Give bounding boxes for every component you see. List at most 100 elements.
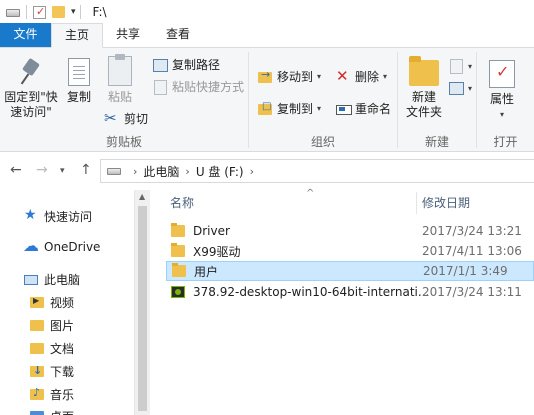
file-row[interactable]: 378.92-desktop-win10-64bit-internati... … [166, 282, 534, 302]
copy-path-button[interactable]: 复制路径 [152, 56, 220, 73]
copy-icon [68, 58, 90, 86]
nav-documents[interactable]: 文档 [30, 340, 74, 357]
breadcrumb-this-pc[interactable]: 此电脑 [143, 163, 179, 180]
nav-label: 桌面 [50, 408, 74, 415]
properties-dropdown-icon: ▾ [499, 110, 504, 119]
window-title: F:\ [92, 5, 107, 19]
nav-label: 音乐 [50, 388, 75, 402]
move-to-dropdown-icon: ▾ [317, 72, 322, 81]
cut-label: 剪切 [124, 112, 149, 126]
new-folder-label-line2: 文件夹 [405, 105, 442, 119]
nav-downloads[interactable]: 下载 [30, 363, 74, 380]
drive-icon [107, 167, 121, 175]
pin-label-line1: 固定到"快 [4, 90, 58, 104]
nav-label: 图片 [50, 319, 75, 333]
video-folder-icon [30, 296, 44, 308]
column-header-modified[interactable]: 修改日期 [422, 190, 470, 215]
new-item-icon [448, 58, 464, 74]
nav-pane-scrollbar[interactable]: ▲ [134, 190, 150, 415]
computer-icon [24, 274, 38, 285]
easy-access-icon [448, 80, 464, 96]
column-separator[interactable] [416, 192, 417, 214]
breadcrumb-usb-drive[interactable]: U 盘 (F:) [196, 163, 244, 180]
scrollbar-thumb[interactable] [138, 206, 147, 411]
pin-icon [18, 58, 44, 86]
rename-button[interactable]: 重命名 [335, 100, 391, 117]
file-name: Driver [193, 224, 230, 238]
tab-file[interactable]: 文件 [0, 23, 51, 47]
nav-pictures[interactable]: 图片 [30, 317, 74, 334]
organize-group: 移动到 ▾ 复制到 ▾ 删除 ▾ 重命名 组织 [249, 48, 397, 152]
clipboard-group-label: 剪贴板 [105, 135, 142, 149]
nav-onedrive[interactable]: OneDrive [23, 236, 101, 255]
file-date: 2017/3/24 13:21 [422, 224, 522, 238]
nav-label: 此电脑 [44, 273, 81, 287]
customize-caret-icon[interactable]: ▾ [71, 7, 76, 17]
properties-icon[interactable] [33, 5, 46, 19]
copy-button[interactable]: 复制 [64, 58, 94, 105]
nav-videos[interactable]: 视频 [30, 294, 74, 311]
toolbar-separator [79, 5, 81, 19]
chevron-right-icon[interactable]: › [250, 165, 254, 178]
nav-label: 视频 [50, 296, 75, 310]
file-row[interactable]: X99驱动 2017/4/11 13:06 [166, 241, 534, 261]
column-header-name[interactable]: 名称 ^ [170, 188, 314, 215]
nav-label: 快速访问 [44, 210, 93, 224]
paste-shortcut-button[interactable]: 粘贴快捷方式 [152, 78, 244, 95]
copy-path-label: 复制路径 [172, 58, 221, 72]
properties-button[interactable]: 属性 ▾ [487, 60, 517, 122]
new-folder-button[interactable]: 新建 文件夹 [402, 56, 446, 120]
paste-shortcut-icon [152, 79, 168, 95]
address-bar[interactable]: › 此电脑 › U 盘 (F:) › [100, 159, 534, 183]
nav-music[interactable]: 音乐 [30, 386, 74, 403]
nav-label: OneDrive [44, 240, 101, 254]
tab-view[interactable]: 查看 [153, 23, 203, 47]
drive-icon[interactable] [6, 9, 20, 17]
new-group: 新建 文件夹 ▾ ▾ 新建 [398, 48, 476, 152]
recent-dropdown-icon[interactable]: ▾ [60, 166, 65, 176]
file-row-selected[interactable]: 用户 2017/1/1 3:49 [166, 261, 534, 281]
scroll-up-icon[interactable]: ▲ [139, 192, 145, 201]
delete-label: 删除 [355, 70, 380, 84]
tab-share[interactable]: 共享 [103, 23, 153, 47]
easy-access-button[interactable]: ▾ [448, 80, 472, 96]
new-item-dropdown-icon: ▾ [468, 61, 473, 71]
ribbon-tabs: 文件 主页 共享 查看 [0, 23, 534, 48]
tab-home[interactable]: 主页 [51, 23, 104, 48]
file-name: 378.92-desktop-win10-64bit-internati... [193, 285, 430, 299]
up-arrow-icon[interactable]: ↑ [80, 162, 92, 178]
copy-to-dropdown-icon: ▾ [317, 104, 322, 113]
file-row[interactable]: Driver 2017/3/24 13:21 [166, 221, 534, 241]
nav-this-pc[interactable]: 此电脑 [24, 271, 80, 288]
back-arrow-icon[interactable]: ← [10, 162, 22, 178]
clipboard-group: 固定到"快 速访问" 复制 粘贴 复制路径 粘贴快捷方式 剪切 剪贴板 [0, 48, 248, 152]
folder-icon [172, 263, 186, 277]
forward-arrow-icon[interactable]: → [36, 162, 48, 178]
delete-button[interactable]: 删除 ▾ [335, 67, 388, 85]
star-icon [24, 207, 38, 223]
desktop-folder-icon [30, 411, 44, 415]
paste-shortcut-label: 粘贴快捷方式 [172, 80, 245, 94]
cut-button[interactable]: 剪切 [104, 109, 149, 127]
delete-dropdown-icon: ▾ [383, 72, 388, 81]
chevron-right-icon[interactable]: › [185, 165, 189, 178]
pin-quick-access-button[interactable]: 固定到"快 速访问" [2, 58, 60, 120]
properties-label: 属性 [489, 92, 514, 106]
nav-desktop[interactable]: 桌面 [30, 408, 74, 415]
file-date: 2017/3/24 13:11 [422, 285, 522, 299]
nav-quick-access[interactable]: 快速访问 [24, 207, 93, 225]
copy-to-button[interactable]: 复制到 ▾ [257, 100, 321, 117]
paste-label: 粘贴 [107, 90, 132, 104]
column-name-label: 名称 [170, 196, 195, 210]
new-item-button[interactable]: ▾ [448, 58, 472, 74]
cloud-icon [23, 236, 39, 255]
new-folder-icon[interactable] [52, 6, 65, 18]
move-to-button[interactable]: 移动到 ▾ [257, 68, 321, 85]
file-list: 名称 ^ 修改日期 Driver 2017/3/24 13:21 X99驱动 2… [150, 184, 534, 415]
nav-label: 下载 [50, 365, 75, 379]
documents-folder-icon [30, 343, 44, 354]
title-bar: ▾ F:\ [0, 0, 534, 24]
paste-button[interactable]: 粘贴 [104, 54, 136, 105]
pin-label-line2: 速访问" [10, 105, 52, 119]
chevron-right-icon[interactable]: › [133, 165, 137, 178]
